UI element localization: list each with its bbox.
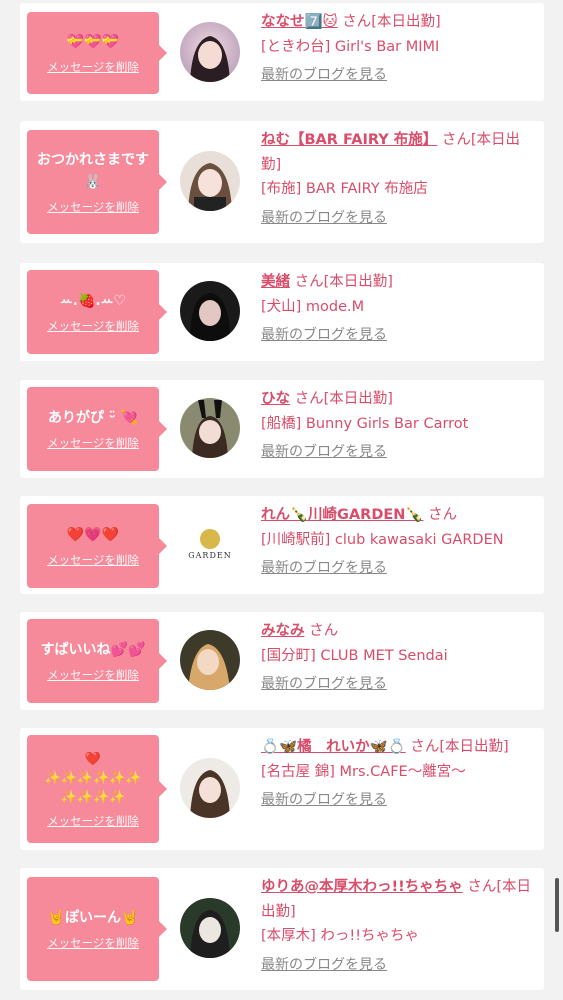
avatar[interactable]: GARDEN [180,514,240,574]
message-card: ありがぴ ᵕ̈ 💘 メッセージを削除 ひな さん[本日出勤] [船橋] Bunn… [20,380,544,478]
view-blog-link[interactable]: 最新のブログを見る [261,206,538,231]
delete-message-button[interactable]: メッセージを削除 [47,813,139,829]
honorific: さん [410,739,440,755]
delete-message-button[interactable]: メッセージを削除 [47,318,139,334]
delete-message-button[interactable]: メッセージを削除 [47,552,139,568]
honorific: さん [294,391,324,407]
garden-logo-icon: GARDEN [180,514,240,574]
view-blog-link[interactable]: 最新のブログを見る [261,440,538,465]
avatar[interactable] [180,758,240,818]
avatar[interactable] [180,22,240,82]
cast-name-link[interactable]: みなみ [261,623,305,639]
shop-name: [本厚木] わっ!!ちゃちゃ [261,928,420,944]
message-text: ❤️💗❤️ [66,527,120,543]
status-text: [本日出勤] [323,391,393,407]
delete-message-button[interactable]: メッセージを削除 [47,199,139,215]
card-info: 💍🦋橘 れいか🦋💍 さん[本日出勤] [名古屋 錦] Mrs.CAFE〜離宮〜 … [261,735,538,813]
delete-message-button[interactable]: メッセージを削除 [47,935,139,951]
message-text: ❤️ ✨✨✨✨✨✨ ✨✨✨✨ [44,751,142,805]
avatar[interactable] [180,630,240,690]
message-bubble: おつかれさまです🐰 メッセージを削除 [27,130,167,234]
shop-name: [国分町] CLUB MET Sendai [261,647,448,664]
message-card: おつかれさまです🐰 メッセージを削除 ねむ【BAR FAIRY 布施】 さん[本… [20,121,544,243]
card-info: ななせ7️⃣🐱 さん[本日出勤] [ときわ台] Girl's Bar MIMI … [261,10,538,88]
message-text: すぱいいね💕💕 [40,642,146,658]
status-text: [本日出勤] [323,274,393,290]
cast-name-link[interactable]: ななせ7️⃣🐱 [261,14,338,30]
message-bubble: ❤️ ✨✨✨✨✨✨ ✨✨✨✨ メッセージを削除 [27,735,167,843]
honorific: さん [294,274,324,290]
status-text: [本日出勤] [371,14,441,30]
message-card: 💝💝💝 メッセージを削除 ななせ7️⃣🐱 さん[本日出勤] [ときわ台] Gir… [20,3,544,101]
message-card: ꕀ.🍓.ꕀ♡ メッセージを削除 美緒 さん[本日出勤] [犬山] mode.M … [20,263,544,361]
garden-logo-text: GARDEN [188,550,232,560]
cast-name-link[interactable]: れん🍾川崎GARDEN🍾 [261,507,423,523]
shop-name: [船橋] Bunny Girls Bar Carrot [261,415,469,432]
cast-name-link[interactable]: ひな [261,391,290,407]
message-card: ❤️ ✨✨✨✨✨✨ ✨✨✨✨ メッセージを削除 💍🦋橘 れいか🦋💍 さん[本日出… [20,728,544,850]
avatar[interactable] [180,151,240,211]
message-bubble: 🤘ぽいーん🤘 メッセージを削除 [27,877,167,981]
cast-name-link[interactable]: ゆりあ@本厚木わっ!!ちゃちゃ [261,879,463,895]
view-blog-link[interactable]: 最新のブログを見る [261,788,538,813]
shop-name: [犬山] mode.M [261,298,365,315]
view-blog-link[interactable]: 最新のブログを見る [261,63,538,88]
delete-message-button[interactable]: メッセージを削除 [47,59,139,75]
card-info: れん🍾川崎GARDEN🍾 さん [川崎駅前] club kawasaki GAR… [261,503,538,581]
shop-name: [布施] BAR FAIRY 布施店 [261,181,428,197]
avatar[interactable] [180,898,240,958]
message-bubble: すぱいいね💕💕 メッセージを削除 [27,619,167,703]
message-bubble: ꕀ.🍓.ꕀ♡ メッセージを削除 [27,270,167,354]
status-text: [本日出勤] [439,739,509,755]
message-card: ❤️💗❤️ メッセージを削除 GARDEN れん🍾川崎GARDEN🍾 さん [川… [20,496,544,594]
message-card: 🤘ぽいーん🤘 メッセージを削除 ゆりあ@本厚木わっ!!ちゃちゃ さん[本日出勤]… [20,868,544,990]
cast-name-link[interactable]: ねむ【BAR FAIRY 布施】 [261,132,437,148]
view-blog-link[interactable]: 最新のブログを見る [261,323,538,348]
card-info: ねむ【BAR FAIRY 布施】 さん[本日出勤] [布施] BAR FAIRY… [261,128,538,230]
message-text: 💝💝💝 [66,34,120,50]
message-text: おつかれさまです🐰 [37,152,149,190]
card-info: ゆりあ@本厚木わっ!!ちゃちゃ さん[本日出勤] [本厚木] わっ!!ちゃちゃ … [261,875,538,977]
message-text: ꕀ.🍓.ꕀ♡ [59,293,126,309]
view-blog-link[interactable]: 最新のブログを見る [261,672,538,697]
view-blog-link[interactable]: 最新のブログを見る [261,953,538,978]
scrollbar[interactable] [555,878,559,932]
message-text: 🤘ぽいーん🤘 [47,910,139,926]
honorific: さん [309,623,339,639]
message-card: すぱいいね💕💕 メッセージを削除 みなみ さん [国分町] CLUB MET S… [20,612,544,710]
honorific: さん [428,507,458,523]
shop-name: [川崎駅前] club kawasaki GARDEN [261,531,504,548]
card-info: 美緒 さん[本日出勤] [犬山] mode.M 最新のブログを見る [261,270,538,348]
honorific: さん [467,879,497,895]
honorific: さん [342,14,372,30]
avatar[interactable] [180,281,240,341]
shop-name: [名古屋 錦] Mrs.CAFE〜離宮〜 [261,763,466,780]
shop-name: [ときわ台] Girl's Bar MIMI [261,38,440,55]
cast-name-link[interactable]: 💍🦋橘 れいか🦋💍 [261,739,406,755]
delete-message-button[interactable]: メッセージを削除 [47,667,139,683]
message-text: ありがぴ ᵕ̈ 💘 [47,410,138,426]
delete-message-button[interactable]: メッセージを削除 [47,435,139,451]
message-bubble: ❤️💗❤️ メッセージを削除 [27,504,167,588]
message-bubble: ありがぴ ᵕ̈ 💘 メッセージを削除 [27,387,167,471]
view-blog-link[interactable]: 最新のブログを見る [261,556,538,581]
avatar[interactable] [180,398,240,458]
card-info: ひな さん[本日出勤] [船橋] Bunny Girls Bar Carrot … [261,387,538,465]
card-info: みなみ さん [国分町] CLUB MET Sendai 最新のブログを見る [261,619,538,697]
honorific: さん [441,132,471,148]
message-bubble: 💝💝💝 メッセージを削除 [27,12,167,94]
cast-name-link[interactable]: 美緒 [261,274,290,290]
